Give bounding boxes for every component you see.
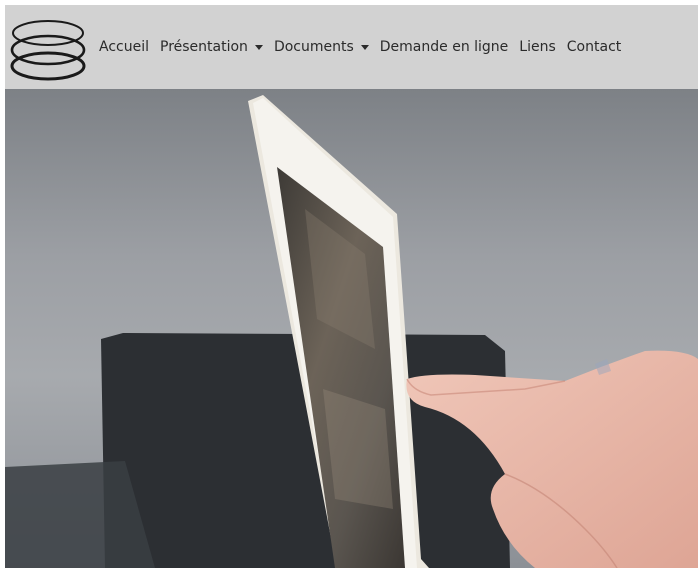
- nav-label: Présentation: [160, 39, 248, 55]
- nav-item-contact[interactable]: Contact: [567, 39, 621, 55]
- nav-item-documents[interactable]: Documents: [274, 39, 369, 55]
- logo[interactable]: [8, 13, 88, 83]
- navbar: Accueil Présentation Documents Demande e…: [5, 5, 698, 89]
- nav-item-liens[interactable]: Liens: [519, 39, 555, 55]
- nav-item-presentation[interactable]: Présentation: [160, 39, 263, 55]
- nav-label: Liens: [519, 39, 556, 55]
- nav-label: Accueil: [99, 39, 149, 55]
- nav-label: Documents: [273, 39, 354, 55]
- nav-item-demande-en-ligne[interactable]: Demande en ligne: [380, 39, 509, 55]
- nav-label: Demande en ligne: [379, 39, 509, 55]
- caret-down-icon: [360, 45, 369, 50]
- nav-item-accueil[interactable]: Accueil: [99, 39, 149, 55]
- page-frame: Accueil Présentation Documents Demande e…: [5, 5, 698, 568]
- hero-image: [5, 89, 698, 568]
- caret-down-icon: [254, 45, 263, 50]
- nav-label: Contact: [566, 39, 622, 55]
- main-nav: Accueil Présentation Documents Demande e…: [99, 5, 632, 89]
